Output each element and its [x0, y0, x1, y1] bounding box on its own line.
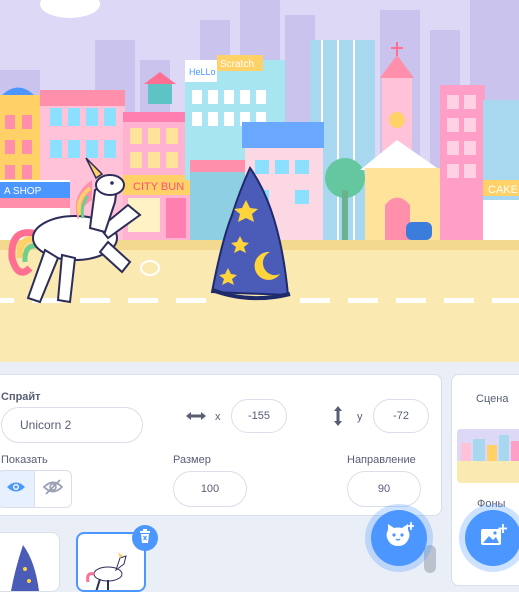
- x-arrows-icon: [185, 409, 207, 428]
- y-arrows-icon: [331, 405, 345, 432]
- y-input[interactable]: -72: [373, 399, 429, 433]
- stage-thumbnail[interactable]: [457, 429, 519, 483]
- x-label: x: [215, 411, 221, 423]
- backdrop-add-icon: [479, 523, 508, 553]
- sprite-label: Спрайт: [1, 391, 41, 403]
- sprite-name-field[interactable]: Unicorn 2: [1, 407, 143, 443]
- stage-canvas[interactable]: A SHOP CITY BUN HeLLo Scratch CAKE: [0, 0, 519, 362]
- x-input[interactable]: -155: [231, 399, 287, 433]
- hide-toggle[interactable]: [34, 470, 72, 508]
- show-label: Показать: [1, 454, 48, 466]
- wizard-hat-thumbnail: [11, 545, 39, 591]
- sprite-thumb-wizard-hat[interactable]: [0, 532, 60, 592]
- trash-icon: [139, 528, 151, 548]
- sprite-info-panel: Спрайт Unicorn 2 x -155 y -72 Показать Р…: [0, 374, 442, 516]
- backdrops-label: Фоны: [477, 498, 506, 510]
- stage-title: Сцена: [476, 393, 509, 405]
- size-input[interactable]: 100: [173, 471, 247, 507]
- eye-icon: [6, 480, 26, 499]
- y-label: y: [357, 411, 363, 423]
- wizard-hat-sprite[interactable]: [0, 0, 519, 362]
- delete-sprite-button[interactable]: [132, 525, 158, 551]
- sprite-list-scrollbar[interactable]: [424, 545, 436, 573]
- direction-label: Направление: [347, 454, 416, 466]
- eye-off-icon: [42, 478, 64, 500]
- choose-sprite-button[interactable]: [371, 510, 427, 566]
- direction-input[interactable]: 90: [347, 471, 421, 507]
- cat-add-icon: [384, 521, 415, 555]
- choose-backdrop-button[interactable]: [465, 510, 519, 566]
- size-label: Размер: [173, 454, 211, 466]
- show-toggle[interactable]: [0, 470, 35, 508]
